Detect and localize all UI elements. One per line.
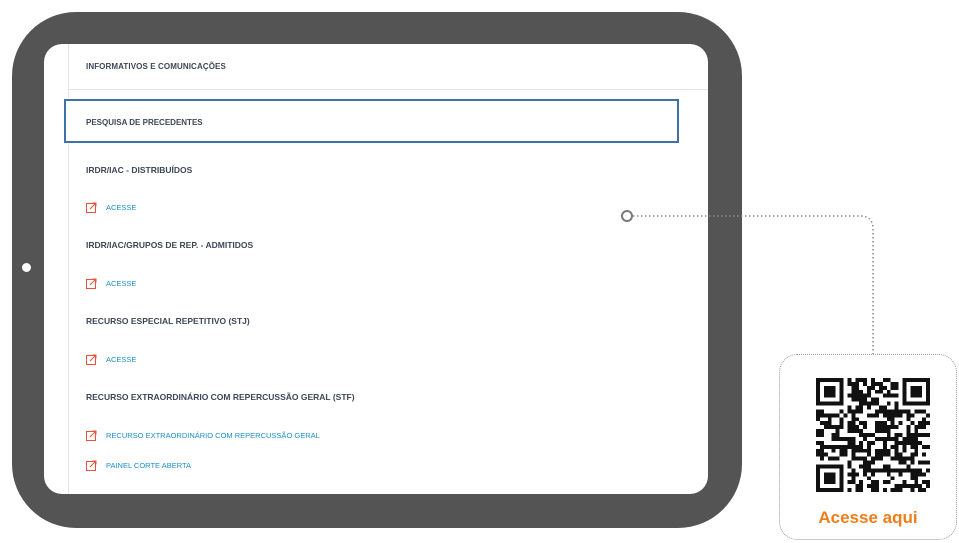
qr-code-icon[interactable] bbox=[816, 378, 930, 492]
connector-dot bbox=[621, 210, 633, 222]
qr-caption[interactable]: Acesse aqui bbox=[779, 508, 957, 528]
